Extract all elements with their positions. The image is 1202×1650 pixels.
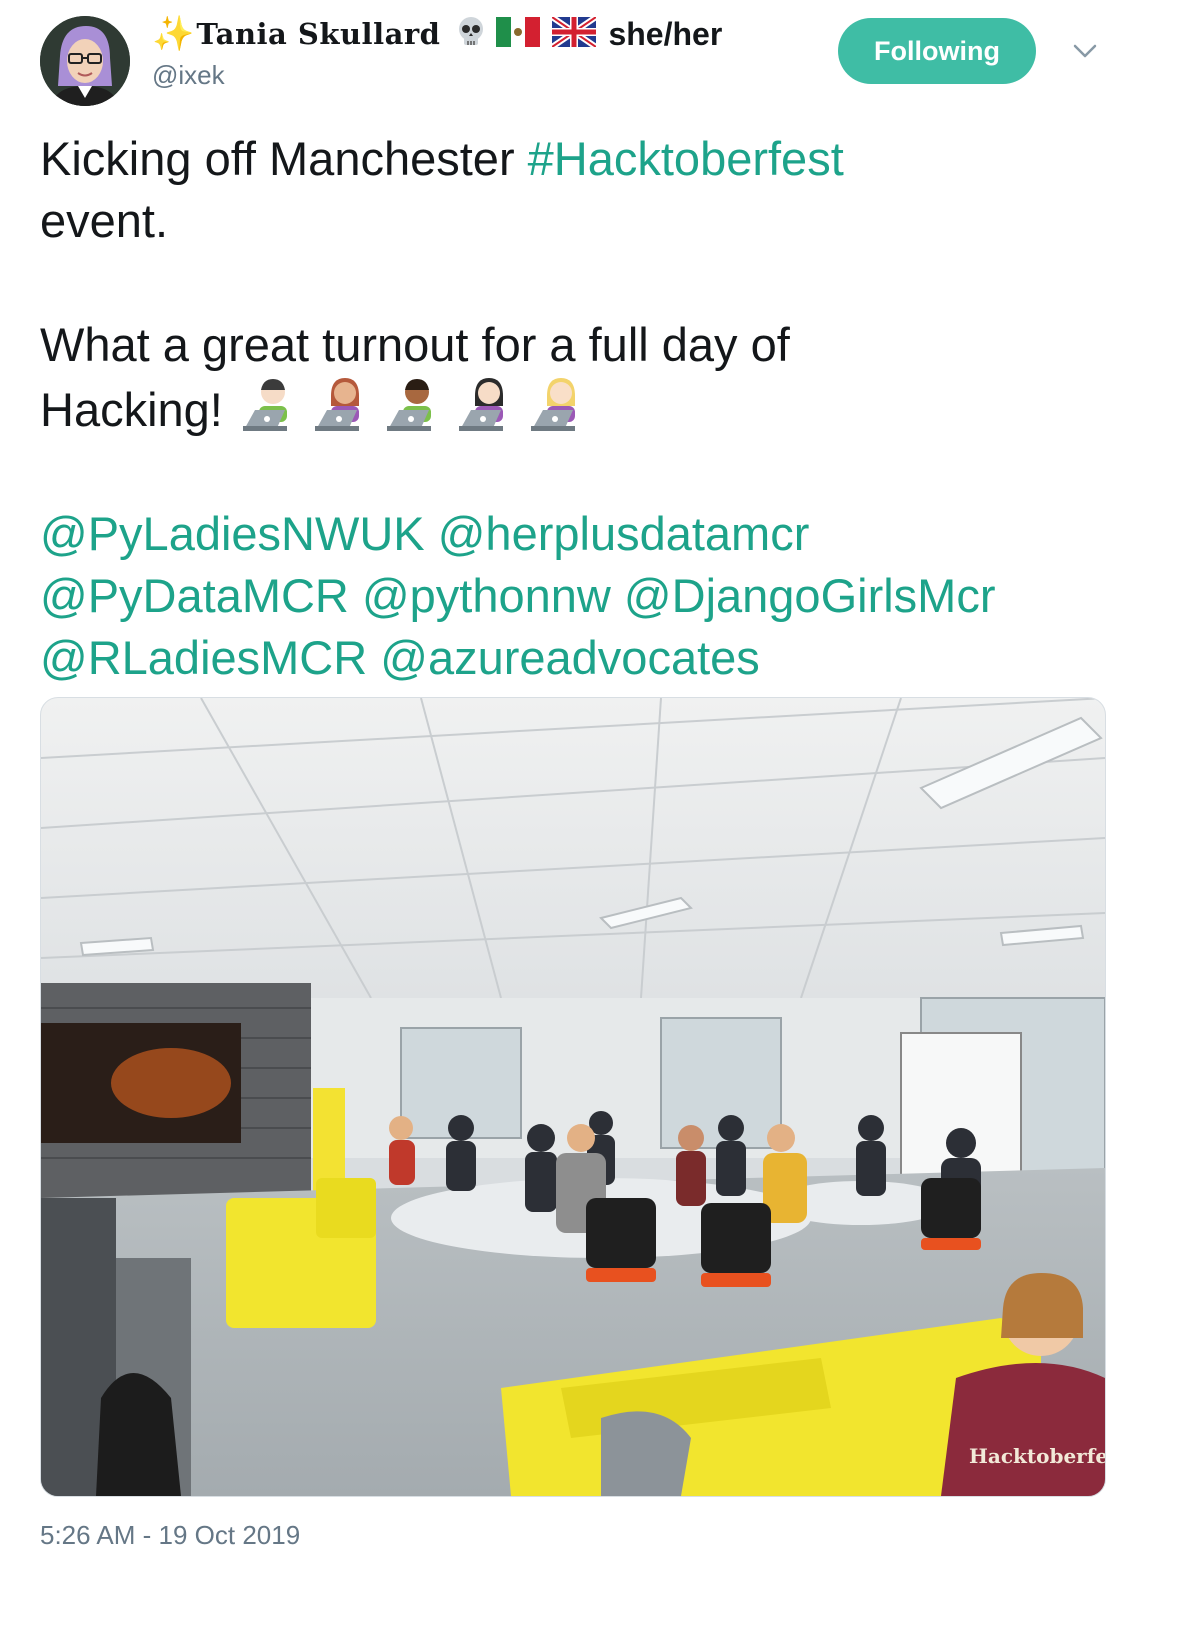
avatar-image: [40, 16, 130, 106]
author-handle[interactable]: @ixek: [152, 60, 225, 91]
hashtag-link[interactable]: #Hacktoberfest: [528, 132, 844, 185]
author-name-row[interactable]: ✨ Tania Skullard she/her: [152, 14, 722, 54]
skull-icon: [454, 15, 488, 54]
mexico-flag-icon: [496, 16, 541, 52]
mention-link[interactable]: @azureadvocates: [380, 631, 760, 684]
tweet-text-segment: Hacking!: [40, 383, 223, 436]
mentions-row-3: @RLadiesMCR @azureadvocates: [40, 627, 1160, 689]
mention-link[interactable]: @RLadiesMCR: [40, 631, 367, 684]
sparkles-icon: ✨: [152, 15, 195, 53]
following-button[interactable]: Following: [838, 18, 1036, 84]
tweet-text-segment: Kicking off Manchester: [40, 132, 528, 185]
chevron-down-icon[interactable]: [1070, 40, 1100, 62]
tweet-text: Kicking off Manchester #Hacktoberfest ev…: [40, 128, 1160, 689]
tweet-line-4: Hacking!: [40, 376, 1160, 441]
mention-link[interactable]: @DjangoGirlsMcr: [624, 569, 996, 622]
tweet-timestamp[interactable]: 5:26 AM - 19 Oct 2019: [40, 1520, 300, 1551]
avatar[interactable]: [40, 16, 130, 106]
uk-flag-icon: [550, 14, 599, 52]
tweet-line-2: event.: [40, 194, 169, 247]
mention-link[interactable]: @PyDataMCR: [40, 569, 349, 622]
mention-link[interactable]: @pythonnw: [362, 569, 611, 622]
technologist-woman-icon: [314, 378, 359, 431]
shirt-text: Hacktoberfest: [969, 1444, 1105, 1468]
mentions-row-2: @PyDataMCR @pythonnw @DjangoGirlsMcr: [40, 565, 1160, 627]
mention-link[interactable]: @PyLadiesNWUK: [40, 507, 425, 560]
mention-link[interactable]: @herplusdatamcr: [438, 507, 810, 560]
author-display-name[interactable]: Tania Skullard: [196, 17, 440, 51]
technologist-emojis: [241, 376, 593, 432]
event-photo-image: Hacktoberfest: [41, 698, 1105, 1496]
tweet-line-3: What a great turnout for a full day of: [40, 318, 790, 371]
technologist-woman-light-icon: [458, 378, 503, 431]
tweet-line-1: Kicking off Manchester #Hacktoberfest: [40, 128, 1160, 190]
technologist-man-icon: [242, 379, 287, 431]
mentions-row-1: @PyLadiesNWUK @herplusdatamcr: [40, 503, 1160, 565]
technologist-woman-blonde-icon: [530, 378, 575, 431]
author-pronouns: she/her: [608, 15, 723, 52]
technologist-man-dark-icon: [386, 379, 431, 431]
tweet-photo[interactable]: Hacktoberfest: [40, 697, 1106, 1497]
